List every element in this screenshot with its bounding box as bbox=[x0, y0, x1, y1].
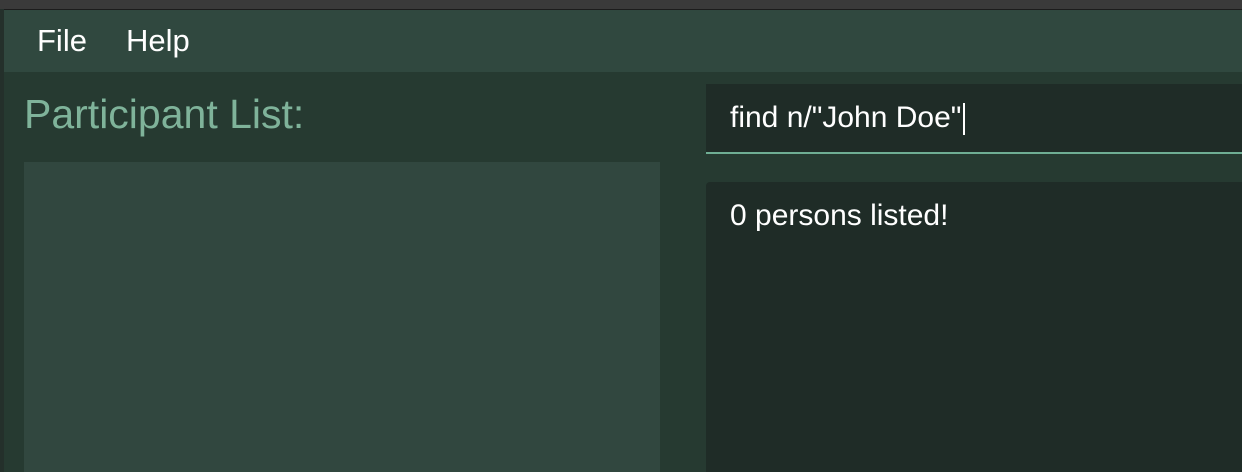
main-content: Participant List: 0 persons listed! bbox=[4, 72, 1242, 472]
participant-list-title: Participant List: bbox=[24, 91, 305, 137]
app-window: File Help Participant List: 0 persons li… bbox=[0, 0, 1242, 472]
command-input[interactable] bbox=[730, 84, 1230, 152]
text-cursor bbox=[963, 103, 966, 135]
result-message: 0 persons listed! bbox=[730, 199, 949, 232]
command-box[interactable] bbox=[706, 84, 1242, 154]
menu-file[interactable]: File bbox=[4, 10, 105, 72]
window-title-bar bbox=[0, 0, 1242, 10]
menu-bar: File Help bbox=[4, 10, 1242, 72]
participant-list-panel[interactable] bbox=[24, 162, 660, 472]
result-display: 0 persons listed! bbox=[706, 182, 1242, 472]
menu-help[interactable]: Help bbox=[105, 10, 208, 72]
